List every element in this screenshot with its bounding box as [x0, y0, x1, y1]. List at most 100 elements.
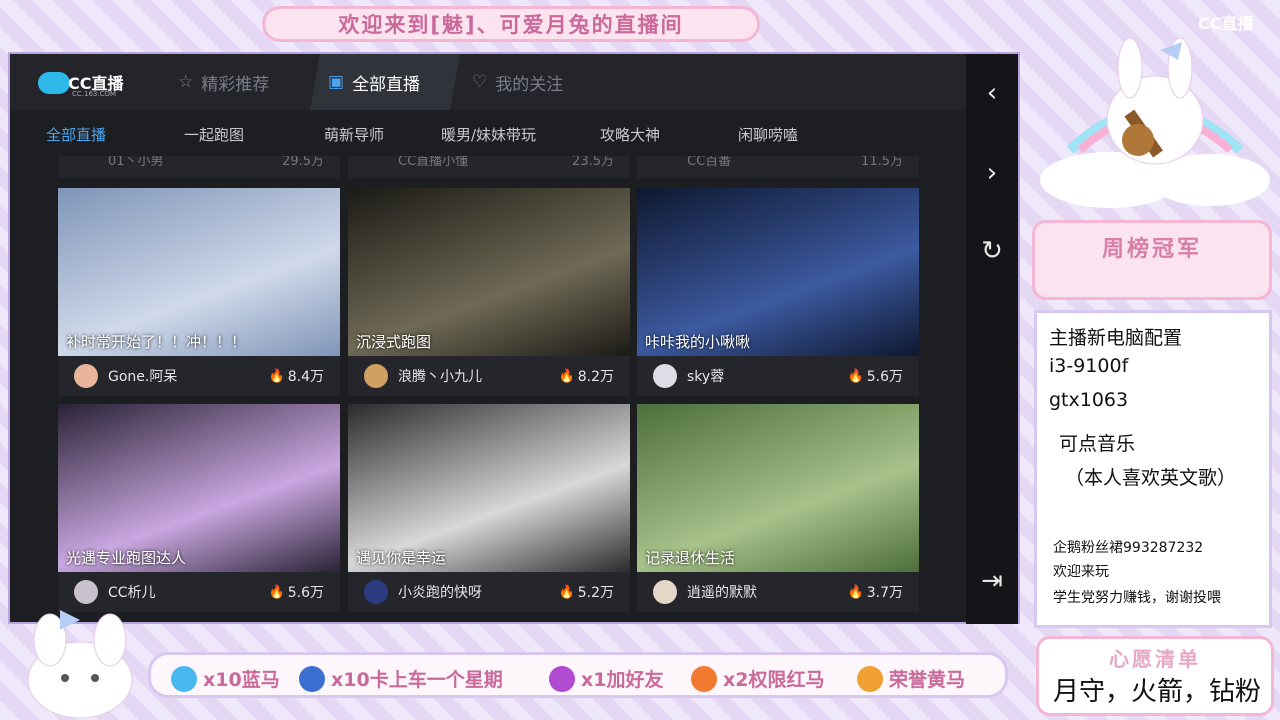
stream-thumbnail[interactable]: 咔咔我的小啾啾 [637, 188, 919, 356]
info-line: （本人喜欢英文歌） [1065, 467, 1237, 489]
category-play-together[interactable]: 暖男/妹妹带玩 [441, 124, 536, 145]
stream-caption: 补时常开始了！！冲！！！ [66, 333, 247, 351]
gift-label: 荣誉黄马 [889, 669, 966, 691]
stream-caption: 咔咔我的小啾啾 [645, 333, 751, 351]
tab-following[interactable]: ♡ 我的关注 [472, 54, 622, 110]
gift-label: x2权限红马 [723, 669, 825, 691]
back-arrow-icon[interactable]: ‹ [978, 78, 1006, 108]
red-horse-gift-icon [691, 665, 717, 692]
welcome-banner: 欢迎来到[魅]、可爱月兔的直播间 [262, 6, 760, 42]
stream-thumbnail[interactable]: 沉浸式跑图 [348, 188, 630, 356]
streamer-name[interactable]: 浪腾丶小九儿 [398, 366, 559, 386]
avatar [653, 364, 677, 388]
gift-item: x10卡上车一个星期 [299, 665, 503, 692]
tab-all-live[interactable]: ▣ 全部直播 [310, 54, 460, 110]
info-line: 可点音乐 [1059, 433, 1136, 455]
view-count: 8.2万 [577, 369, 614, 385]
stream-thumbnail[interactable]: 遇见你是幸运 [348, 404, 630, 572]
info-line: 欢迎来玩 [1053, 564, 1109, 580]
gift-item: x2权限红马 [691, 665, 824, 692]
fire-icon: 🔥 [847, 584, 864, 600]
avatar [653, 580, 677, 604]
info-line: gtx1063 [1049, 389, 1129, 411]
category-bar: 全部直播 一起跑图 萌新导师 暖男/妹妹带玩 攻略大神 闲聊唠嗑 [10, 110, 966, 156]
live-room-card[interactable]: 记录退休生活 逍遥的默默 🔥 3.7万 [637, 404, 919, 612]
streamer-name[interactable]: CC析儿 [108, 582, 269, 602]
info-line: 学生党努力赚钱，谢谢投喂 [1053, 590, 1221, 606]
partial-room-card[interactable]: CC直播小懂 23.5万 [348, 156, 630, 178]
category-guides[interactable]: 攻略大神 [600, 124, 660, 145]
streamer-name[interactable]: 逍遥的默默 [687, 582, 848, 602]
view-count: 11.5万 [861, 156, 903, 169]
heart-icon: ♡ [472, 72, 488, 92]
category-all-live[interactable]: 全部直播 [46, 124, 106, 145]
view-count: 29.5万 [282, 156, 324, 169]
cc-live-logo[interactable]: CC直播 CC.163.COM [38, 66, 128, 100]
avatar [364, 364, 388, 388]
stream-thumbnail[interactable]: 记录退休生活 [637, 404, 919, 572]
view-count: 5.2万 [577, 585, 614, 601]
tab-label: 我的关注 [495, 74, 564, 95]
gift-label: x10卡上车一个星期 [331, 669, 503, 691]
live-room-card[interactable]: 遇见你是幸运 小炎跑的快呀 🔥 5.2万 [348, 404, 630, 612]
streamer-name: 01丶小男 [108, 156, 164, 169]
wishlist-panel: 心愿清单 月守，火箭，钻粉 [1036, 636, 1274, 716]
gift-label: x10蓝马 [203, 669, 280, 691]
live-room-card[interactable]: 光遇专业跑图达人 CC析儿 🔥 5.6万 [58, 404, 340, 612]
logo-url: CC.163.COM [72, 90, 117, 98]
stream-thumbnail[interactable]: 光遇专业跑图达人 [58, 404, 340, 572]
rocket-gift-icon [549, 665, 575, 692]
streamer-name[interactable]: Gone.阿呆 [108, 366, 269, 386]
view-count: 3.7万 [866, 585, 903, 601]
fire-icon: 🔥 [268, 584, 285, 600]
card-meta: Gone.阿呆 🔥 8.4万 [58, 356, 340, 396]
live-room-card[interactable]: 咔咔我的小啾啾 sky蓉 🔥 5.6万 [637, 188, 919, 396]
view-count: 23.5万 [572, 156, 614, 169]
category-chat[interactable]: 闲聊唠嗑 [738, 124, 798, 145]
fire-icon: 🔥 [268, 368, 285, 384]
cc-cloud-icon [38, 72, 70, 94]
tab-label: 全部直播 [352, 74, 421, 95]
gift-item: x1加好友 [549, 665, 663, 692]
forward-arrow-icon[interactable]: › [978, 158, 1006, 188]
yellow-horse-gift-icon [857, 665, 883, 692]
wishlist-items: 月守，火箭，钻粉 [1053, 677, 1262, 707]
card-meta: 浪腾丶小九儿 🔥 8.2万 [348, 356, 630, 396]
streamer-info-panel: 主播新电脑配置 i3-9100f gtx1063 可点音乐 （本人喜欢英文歌） … [1034, 310, 1272, 628]
card-meta: 逍遥的默默 🔥 3.7万 [637, 572, 919, 612]
gift-item: 荣誉黄马 [857, 665, 965, 692]
streamer-name: CC直播小懂 [398, 156, 469, 169]
live-room-card[interactable]: 沉浸式跑图 浪腾丶小九儿 🔥 8.2万 [348, 188, 630, 396]
tab-label: 精彩推荐 [201, 74, 270, 95]
weekly-champion-panel: 周榜冠军 [1032, 220, 1272, 300]
bunny-decoration [27, 610, 133, 718]
view-count: 5.6万 [287, 585, 324, 601]
live-room-card[interactable]: 补时常开始了！！冲！！！ Gone.阿呆 🔥 8.4万 [58, 188, 340, 396]
view-count: 5.6万 [866, 369, 903, 385]
view-count: 8.4万 [287, 369, 324, 385]
avatar [74, 364, 98, 388]
refresh-icon[interactable]: ↻ [978, 236, 1006, 266]
tab-recommend[interactable]: ☆ 精彩推荐 [178, 54, 308, 110]
partial-room-card[interactable]: 01丶小男 29.5万 [58, 156, 340, 178]
star-icon: ☆ [178, 72, 194, 92]
streamer-name[interactable]: sky蓉 [687, 366, 848, 386]
card-meta: sky蓉 🔥 5.6万 [637, 356, 919, 396]
blue-horse-gift-icon [171, 665, 197, 692]
category-newbie-mentor[interactable]: 萌新导师 [324, 124, 384, 145]
gift-goals-bar: x10蓝马 x10卡上车一个星期 x1加好友 x2权限红马 荣誉黄马 [148, 652, 1008, 698]
fire-icon: 🔥 [847, 368, 864, 384]
category-run-map[interactable]: 一起跑图 [184, 124, 244, 145]
stream-thumbnail[interactable]: 补时常开始了！！冲！！！ [58, 188, 340, 356]
card-gift-icon [299, 665, 325, 692]
tv-icon: ▣ [328, 72, 345, 92]
exit-icon[interactable]: ⇥ [978, 566, 1006, 596]
stream-caption: 遇见你是幸运 [356, 549, 447, 567]
partial-room-card[interactable]: CC百番 11.5万 [637, 156, 919, 178]
wishlist-title: 心愿清单 [1109, 647, 1201, 671]
card-meta: 小炎跑的快呀 🔥 5.2万 [348, 572, 630, 612]
top-nav-bar: CC直播 CC.163.COM ☆ 精彩推荐 ▣ 全部直播 ♡ 我的关注 [10, 54, 966, 110]
fire-icon: 🔥 [558, 368, 575, 384]
streamer-name[interactable]: 小炎跑的快呀 [398, 582, 559, 602]
bunny-guitar-decoration [1040, 37, 1270, 208]
